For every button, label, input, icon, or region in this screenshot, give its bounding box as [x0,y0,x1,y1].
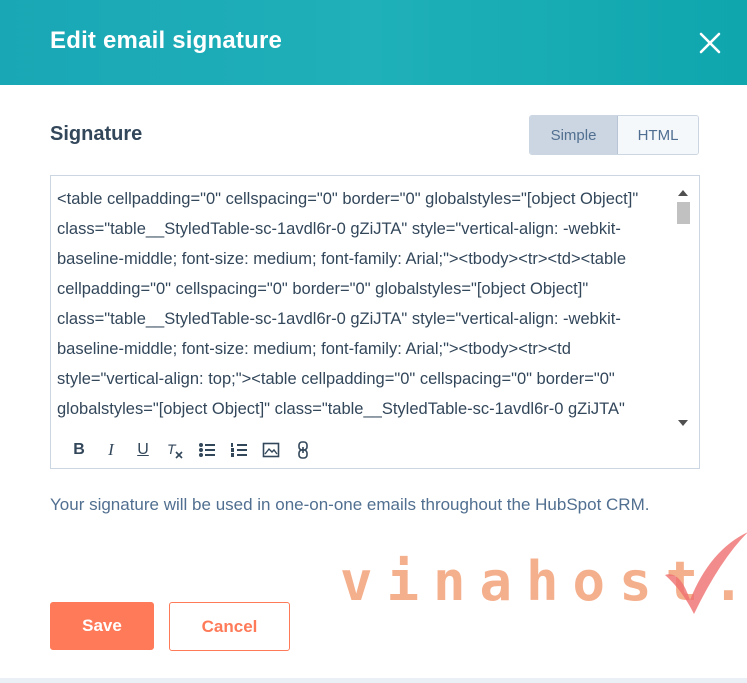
scroll-up-arrow-icon[interactable] [678,190,688,196]
section-title: Signature [50,123,143,145]
svg-text:T: T [167,441,177,457]
clear-format-icon[interactable]: T [159,438,191,462]
watermark-logo: vinahost. [340,530,747,620]
numbered-list-icon[interactable] [223,438,255,462]
bold-icon[interactable]: B [63,438,95,462]
underline-icon[interactable]: U [127,438,159,462]
image-icon[interactable] [255,438,287,462]
editor-scrollbar[interactable] [675,184,691,432]
italic-icon[interactable]: I [95,438,127,462]
signature-editor-content[interactable]: <table cellpadding="0" cellspacing="0" b… [57,184,669,432]
scroll-thumb[interactable] [677,202,690,224]
scroll-down-arrow-icon[interactable] [678,420,688,426]
dialog-header: Edit email signature [0,0,747,85]
simple-mode-button[interactable]: Simple [530,116,618,154]
link-icon[interactable] [287,438,319,462]
formatting-toolbar: B I U T [63,438,319,462]
checkmark-icon [665,532,747,614]
save-button[interactable]: Save [50,602,154,650]
bulleted-list-icon[interactable] [191,438,223,462]
html-mode-button[interactable]: HTML [618,116,698,154]
signature-help-text: Your signature will be used in one-on-on… [50,495,650,514]
cancel-button[interactable]: Cancel [169,602,290,651]
signature-editor[interactable]: <table cellpadding="0" cellspacing="0" b… [50,175,700,469]
dialog-bottom-edge [0,678,747,683]
editor-mode-toggle: Simple HTML [529,115,699,155]
close-icon[interactable] [694,27,726,59]
dialog-title: Edit email signature [50,27,283,54]
